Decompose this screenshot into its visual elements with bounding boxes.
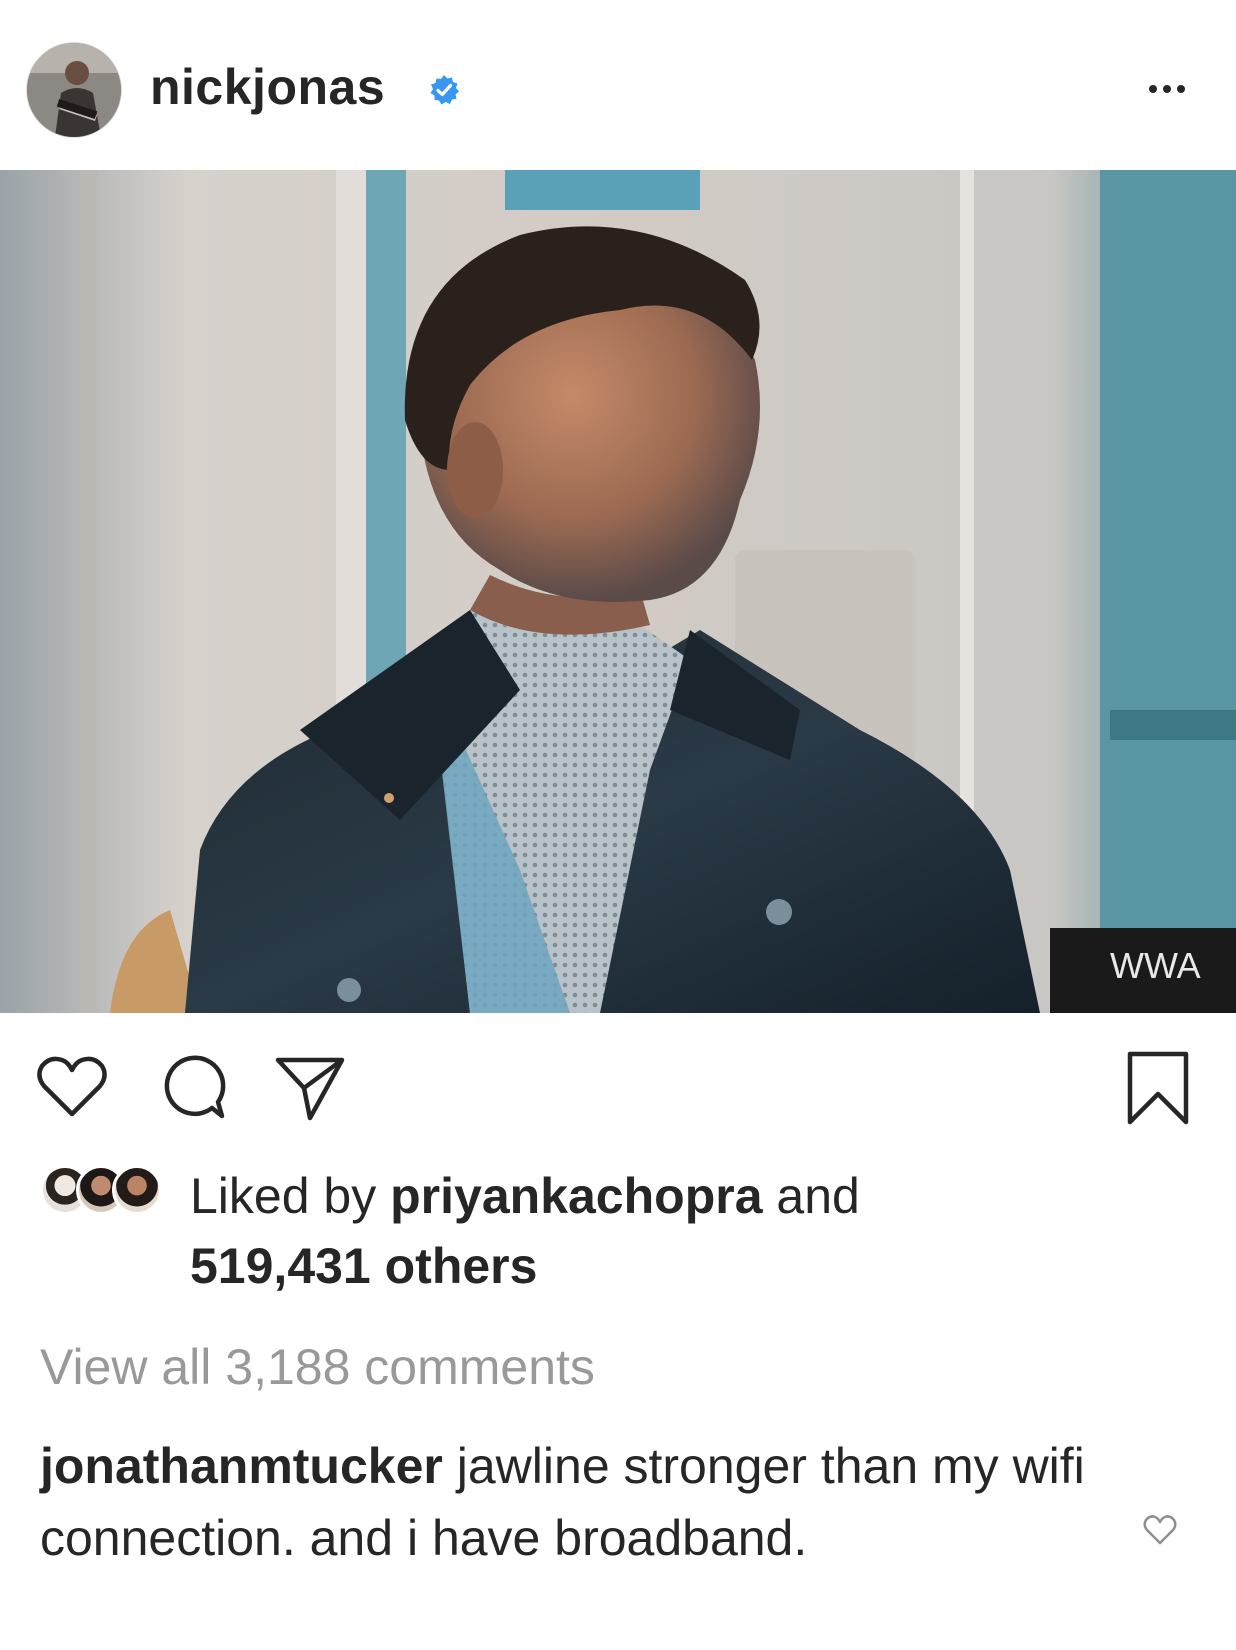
verified-badge-icon [430, 75, 459, 105]
comment-button[interactable] [154, 1050, 230, 1126]
liked-by-text: Liked by priyankachopra and [190, 1167, 860, 1225]
comment-bubble-icon [164, 1055, 226, 1119]
view-all-comments-link[interactable]: View all 3,188 comments [40, 1338, 595, 1396]
post-header: nickjonas [0, 0, 1236, 170]
avatar-image [27, 43, 121, 137]
profile-avatar[interactable] [26, 42, 122, 138]
portrait-photo: WWA [0, 170, 1236, 1013]
liker-avatars [40, 1165, 162, 1221]
background-sign-text: WWA [1110, 945, 1201, 986]
liked-by-and: and [776, 1168, 860, 1224]
more-options-icon[interactable] [1146, 80, 1196, 100]
likes-summary[interactable]: Liked by priyankachopra and 519,431 othe… [40, 1165, 1200, 1315]
share-button[interactable] [272, 1050, 348, 1126]
bookmark-icon [1127, 1051, 1189, 1125]
heart-outline-icon [37, 1056, 107, 1117]
comment-author[interactable]: jonathanmtucker [40, 1438, 443, 1494]
post-username[interactable]: nickjonas [150, 58, 385, 116]
comment-item: jonathanmtucker jawline stronger than my… [40, 1430, 1100, 1574]
post-photo[interactable]: WWA [0, 170, 1236, 1013]
save-button[interactable] [1120, 1050, 1196, 1126]
like-button[interactable] [34, 1050, 110, 1126]
comment-like-heart-icon[interactable] [1142, 1512, 1178, 1548]
likes-count[interactable]: 519,431 others [190, 1237, 537, 1295]
liked-by-prefix: Liked by [190, 1168, 377, 1224]
liker-avatar [112, 1165, 162, 1215]
liker-username[interactable]: priyankachopra [390, 1168, 762, 1224]
paper-plane-icon [275, 1057, 345, 1121]
post-actions [0, 1040, 1236, 1130]
